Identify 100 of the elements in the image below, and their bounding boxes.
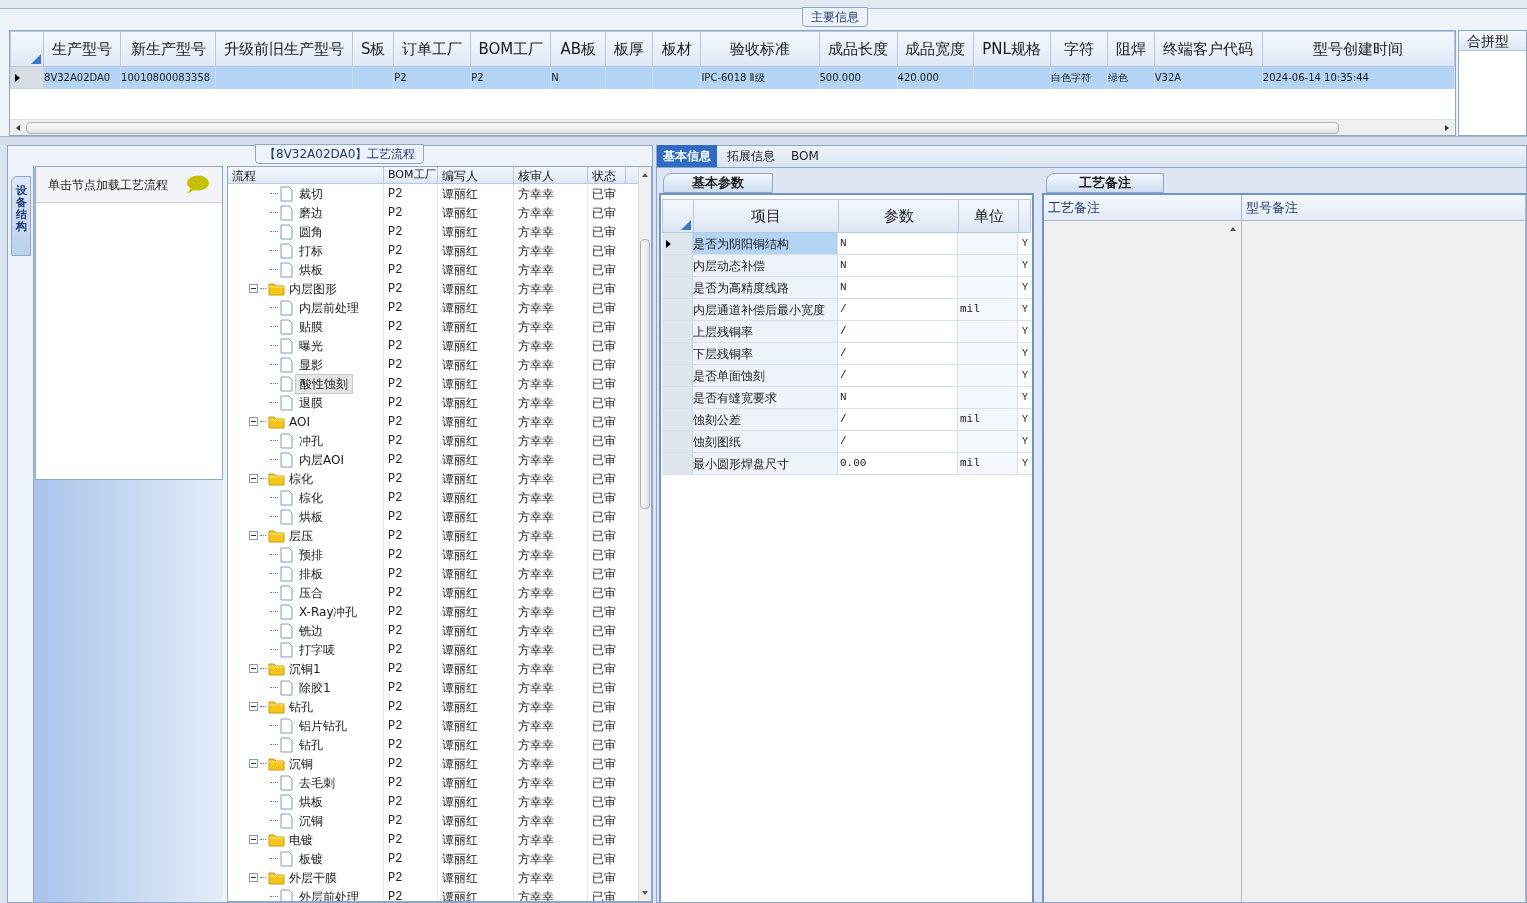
panel-tab[interactable]: 基本参数 (663, 173, 773, 193)
column-header[interactable]: 新生产型号 (120, 31, 216, 67)
tree-node[interactable]: 烘板 (295, 792, 327, 811)
tree-node[interactable]: 棕化 (287, 469, 315, 488)
tree-node[interactable]: 钻孔 (295, 735, 327, 754)
collapse-icon[interactable] (249, 835, 258, 844)
tree-node[interactable]: 曝光 (295, 336, 327, 355)
tree-node[interactable]: AOI (287, 412, 312, 431)
column-header[interactable]: 流程 (228, 167, 384, 183)
side-tab[interactable]: 设备结构 (11, 176, 31, 256)
table-cell: 方幸幸 (514, 640, 588, 659)
tree-node[interactable]: 酸性蚀刻 (295, 373, 353, 394)
column-header[interactable]: 型号备注 (1242, 195, 1525, 221)
column-header[interactable]: 核审人 (514, 167, 588, 183)
collapse-icon[interactable] (249, 873, 258, 882)
tab[interactable]: 基本信息 (657, 145, 717, 167)
tree-node[interactable]: 打标 (295, 241, 327, 260)
collapse-icon[interactable] (249, 531, 258, 540)
column-header[interactable]: 项目 (694, 200, 839, 232)
column-header[interactable]: 阻焊 (1107, 31, 1155, 67)
column-header[interactable]: S板 (352, 31, 394, 67)
row-header[interactable] (10, 66, 44, 89)
tree-node[interactable]: 排板 (295, 564, 327, 583)
collapse-icon[interactable] (249, 664, 258, 673)
tree-node[interactable]: 裁切 (295, 184, 327, 203)
tree-node[interactable]: 烘板 (295, 507, 327, 526)
table-cell: 方幸幸 (514, 659, 588, 678)
tree-node[interactable]: 内层图形 (287, 279, 339, 298)
scroll-left-icon[interactable] (14, 123, 22, 132)
tree-node[interactable]: 预排 (295, 545, 327, 564)
document-icon (280, 565, 293, 582)
column-header[interactable]: 订单工厂 (393, 31, 471, 67)
column-header[interactable]: 字符 (1050, 31, 1108, 67)
table-cell: 方幸幸 (514, 602, 588, 621)
collapse-icon[interactable] (249, 417, 258, 426)
tree-node[interactable]: 烘板 (295, 260, 327, 279)
row-header[interactable] (662, 233, 693, 254)
scroll-right-icon[interactable] (1443, 123, 1451, 132)
tree-node[interactable]: 圆角 (295, 222, 327, 241)
tree-node[interactable]: 沉铜 (295, 811, 327, 830)
tree-node[interactable]: 电镀 (287, 830, 315, 849)
tree-node[interactable]: 除胶1 (295, 678, 335, 697)
tree-node[interactable]: 沉铜1 (287, 659, 323, 678)
column-header[interactable]: 板材 (652, 31, 701, 67)
column-header[interactable]: 终端客户代码 (1154, 31, 1263, 67)
panel-tab[interactable]: 工艺备注 (1046, 173, 1164, 193)
tree-node[interactable]: 显影 (295, 355, 327, 374)
tree-node[interactable]: 冲孔 (295, 431, 327, 450)
vertical-scrollbar[interactable] (638, 167, 651, 901)
column-header[interactable]: 升级前旧生产型号 (215, 31, 353, 67)
collapse-icon[interactable] (249, 284, 258, 293)
scroll-thumb[interactable] (26, 121, 1339, 134)
tree-node[interactable]: 层压 (287, 526, 315, 545)
column-header[interactable]: 验收标准 (700, 31, 819, 67)
tree-node[interactable]: 退膜 (295, 393, 327, 412)
tree-node[interactable]: 压合 (295, 583, 327, 602)
column-header[interactable]: 成品长度 (819, 31, 898, 67)
document-icon (280, 204, 293, 221)
collapse-icon[interactable] (249, 474, 258, 483)
tree-node[interactable]: 铝片钻孔 (295, 716, 351, 735)
column-header[interactable]: 板厚 (605, 31, 653, 67)
tree-node[interactable]: 沉铜 (287, 754, 315, 773)
tree-node[interactable]: 铣边 (295, 621, 327, 640)
column-header[interactable]: BOM工厂 (470, 31, 551, 67)
tree-node[interactable]: 打字唛 (295, 640, 339, 659)
table-cell: / (838, 299, 958, 320)
tree-node[interactable]: X-Ray冲孔 (295, 602, 362, 621)
column-header[interactable]: 单位 (959, 200, 1019, 232)
tab[interactable]: BOM (785, 145, 825, 167)
collapse-icon[interactable] (249, 702, 258, 711)
tree-node[interactable]: 外层干膜 (287, 868, 339, 887)
scroll-thumb[interactable] (640, 239, 650, 509)
tree-node[interactable]: 去毛刺 (295, 773, 339, 792)
scroll-down-icon[interactable] (641, 889, 649, 897)
tree-node[interactable]: 磨边 (295, 203, 327, 222)
collapse-icon[interactable] (249, 759, 258, 768)
column-header[interactable]: AB板 (550, 31, 606, 67)
column-header[interactable]: 工艺备注 (1044, 195, 1241, 221)
scroll-up-icon[interactable] (641, 171, 649, 179)
tree-node[interactable]: 板镀 (295, 849, 327, 868)
table-cell-text: 已审 (591, 565, 617, 583)
column-header[interactable]: 参数 (839, 200, 959, 232)
tree-node[interactable]: 棕化 (295, 488, 327, 507)
tab[interactable]: 拓展信息 (721, 145, 781, 167)
column-header[interactable]: 状态 (588, 167, 626, 183)
tree-node[interactable]: 贴膜 (295, 317, 327, 336)
horizontal-scrollbar[interactable] (10, 119, 1455, 135)
column-header[interactable]: PNL规格 (973, 31, 1051, 67)
table-cell: 谭丽红 (438, 640, 514, 659)
column-header[interactable]: 生产型号 (43, 31, 121, 67)
tree-node[interactable]: 钻孔 (287, 697, 315, 716)
column-header[interactable]: 型号创建时间 (1262, 31, 1455, 67)
tree-node[interactable]: 内层AOI (295, 450, 348, 469)
column-header[interactable]: BOM工厂 (384, 167, 438, 183)
column-header[interactable]: 成品宽度 (897, 31, 974, 67)
column-header[interactable]: 编写人 (438, 167, 514, 183)
table-cell: P2 (384, 374, 438, 393)
table-cell-text: 已审 (591, 546, 617, 564)
tree-node[interactable]: 内层前处理 (295, 298, 363, 317)
scroll-up-icon[interactable] (1229, 225, 1237, 233)
